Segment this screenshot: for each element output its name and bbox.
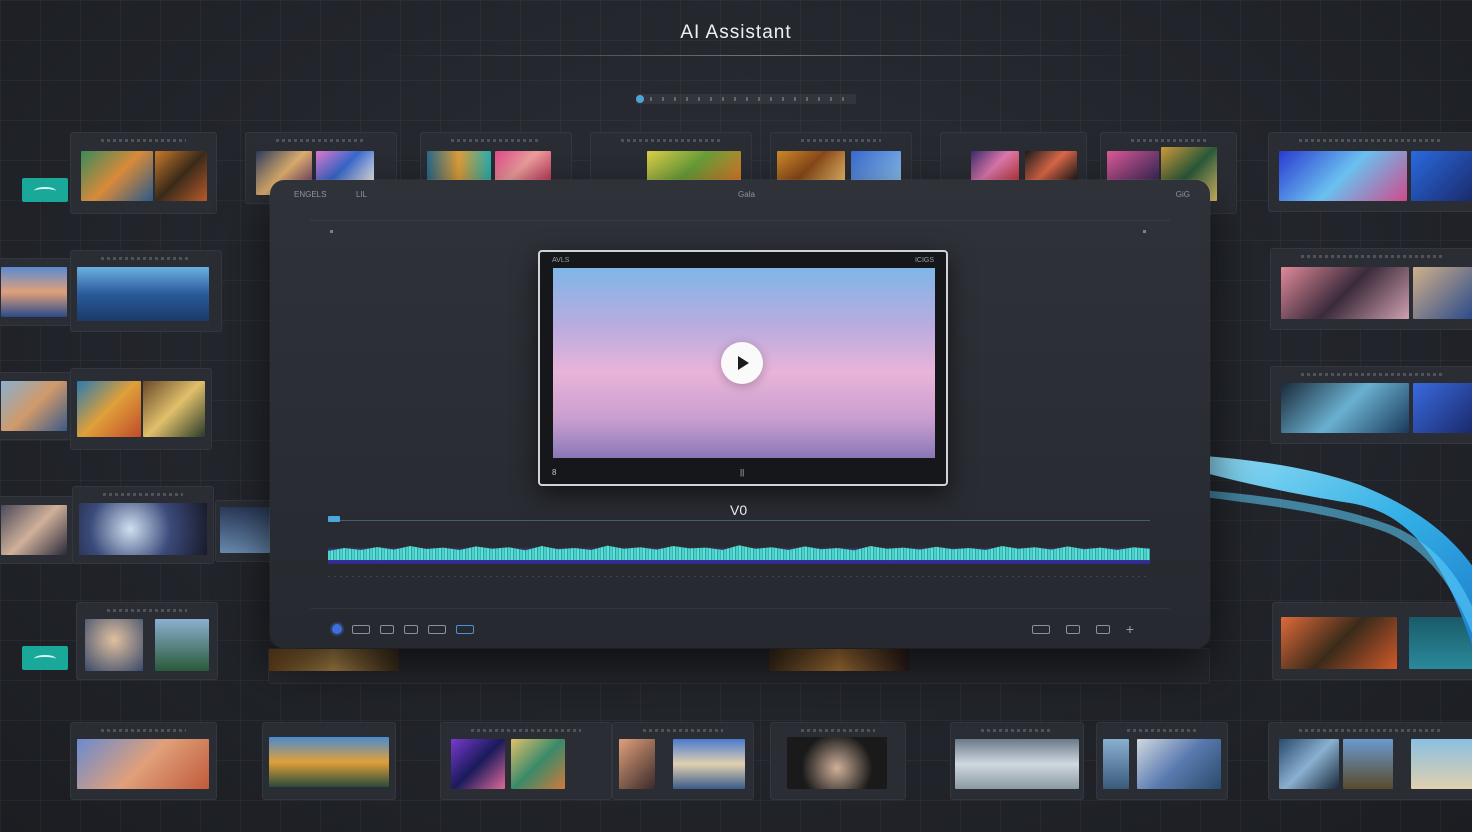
- preview-controls: 8 ||: [552, 468, 934, 478]
- header-right-label[interactable]: GiG: [1176, 190, 1190, 199]
- media-tile[interactable]: [1270, 366, 1472, 444]
- media-tile[interactable]: [1096, 722, 1228, 800]
- title-divider: [380, 55, 1140, 56]
- waveform: [328, 545, 1150, 560]
- corner-marker: [1143, 230, 1146, 233]
- frame-icon[interactable]: [1065, 624, 1080, 634]
- clip-icon[interactable]: [352, 624, 370, 634]
- action-button[interactable]: [22, 646, 68, 670]
- progress-ticks: [650, 97, 852, 101]
- media-tile[interactable]: [215, 500, 273, 562]
- audio-waveform-track[interactable]: [328, 536, 1150, 564]
- media-tile[interactable]: [76, 602, 218, 680]
- header-left-label-2[interactable]: LIL: [356, 190, 367, 199]
- caption-icon[interactable]: [456, 624, 474, 634]
- pause-icon[interactable]: ||: [740, 468, 744, 477]
- header-left-label[interactable]: ENGELS: [294, 190, 326, 199]
- trim-icon[interactable]: [380, 624, 394, 634]
- media-tile[interactable]: [950, 722, 1084, 800]
- preview-frame-label: 8: [552, 468, 557, 477]
- media-tile[interactable]: [0, 258, 74, 326]
- window-header: ENGELS LIL Gala GiG: [270, 190, 1210, 206]
- media-tile[interactable]: [1268, 132, 1472, 212]
- media-tile[interactable]: [70, 250, 222, 332]
- track-label: V0: [730, 502, 748, 518]
- media-tile[interactable]: [1268, 722, 1472, 800]
- header-center-label: Gala: [738, 190, 755, 199]
- media-icon[interactable]: [428, 624, 446, 634]
- preview-screen: [553, 268, 935, 458]
- media-tile[interactable]: [262, 722, 396, 800]
- toolbar-divider: [310, 608, 1170, 609]
- media-tile[interactable]: [612, 722, 754, 800]
- media-tile[interactable]: [70, 368, 212, 450]
- header-divider: [310, 220, 1170, 221]
- media-tile[interactable]: [72, 486, 214, 564]
- play-icon[interactable]: [721, 342, 763, 384]
- media-tile[interactable]: [1270, 248, 1472, 330]
- action-button[interactable]: [22, 178, 68, 202]
- grid-view-icon[interactable]: [1031, 624, 1050, 634]
- media-tile[interactable]: [0, 372, 74, 440]
- timeline-ruler[interactable]: [328, 520, 1150, 521]
- media-tile[interactable]: [0, 496, 74, 564]
- media-tile[interactable]: [70, 132, 217, 214]
- crop-icon[interactable]: [404, 624, 418, 634]
- export-icon[interactable]: [1095, 624, 1110, 634]
- preview-title: AVLS: [552, 257, 570, 264]
- decorative-ribbon: [1190, 455, 1472, 645]
- toolbar-right: +: [1031, 622, 1134, 636]
- progress-dot: [636, 95, 644, 103]
- video-preview[interactable]: AVLS ICIGS 8 ||: [538, 250, 948, 486]
- toolbar-left: [332, 622, 474, 636]
- media-tile[interactable]: [70, 722, 217, 800]
- timeline-guide: [328, 576, 1150, 577]
- media-tile[interactable]: [770, 722, 906, 800]
- media-tile[interactable]: [440, 722, 612, 800]
- corner-marker: [330, 230, 333, 233]
- media-tile[interactable]: [268, 648, 1210, 684]
- preview-header: AVLS ICIGS: [552, 257, 934, 265]
- progress-strip[interactable]: [636, 94, 856, 104]
- add-icon[interactable]: +: [1126, 622, 1134, 636]
- app-title: AI Assistant: [680, 22, 792, 43]
- preview-meta: ICIGS: [914, 257, 934, 264]
- record-icon[interactable]: [332, 624, 342, 634]
- playhead-handle[interactable]: [328, 516, 340, 522]
- editor-window: ENGELS LIL Gala GiG AVLS ICIGS 8 || V0 +: [270, 180, 1210, 648]
